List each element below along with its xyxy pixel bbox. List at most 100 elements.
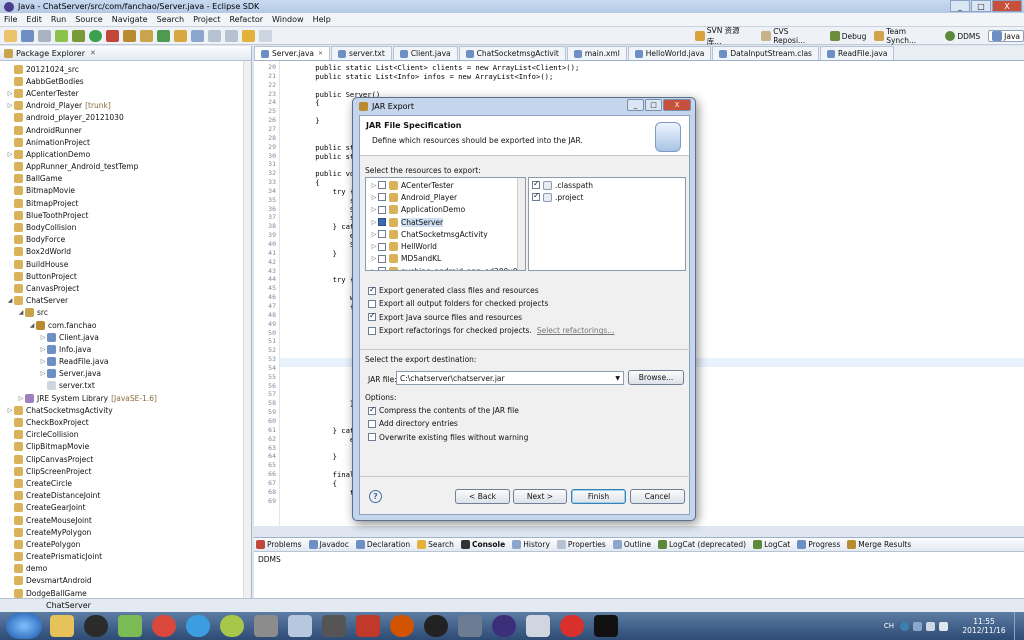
tree-node[interactable]: BallGame — [0, 173, 251, 185]
start-button[interactable] — [6, 613, 42, 639]
tree-node[interactable]: ClipCanvasProject — [0, 453, 251, 465]
maximize-button[interactable]: □ — [971, 0, 991, 12]
tray-icon[interactable] — [913, 621, 922, 631]
browse-button[interactable]: Browse... — [628, 370, 684, 385]
jar-option[interactable]: Add directory entries — [368, 419, 458, 428]
project-checkbox[interactable] — [378, 205, 386, 214]
perspective-cvs[interactable]: CVS Reposi... — [761, 27, 821, 45]
file-checkbox[interactable] — [532, 179, 540, 190]
jar-option[interactable]: Compress the contents of the JAR file — [368, 405, 519, 415]
lock-taskbar-icon[interactable] — [288, 615, 312, 637]
debug-icon[interactable] — [72, 29, 85, 42]
menu-navigate[interactable]: Navigate — [112, 15, 148, 24]
console-panel-tab[interactable]: Declaration — [355, 540, 410, 549]
tree-node[interactable]: ClipBitmapMovie — [0, 441, 251, 453]
export-option[interactable]: Export refactorings for checked projects… — [368, 326, 615, 335]
jar-option-checkbox[interactable] — [368, 419, 376, 428]
tree-node[interactable]: ▷ JRE System Library [JavaSE-1.6] — [0, 392, 251, 404]
chevron-down-icon[interactable]: ▼ — [615, 375, 620, 382]
expand-toggle-icon[interactable]: ▷ — [39, 346, 47, 353]
expand-toggle-icon[interactable]: ▷ — [370, 219, 378, 226]
browser-taskbar-icon[interactable] — [220, 615, 244, 637]
menu-edit[interactable]: Edit — [26, 15, 42, 24]
expand-toggle-icon[interactable]: ▷ — [370, 182, 378, 189]
tree-node[interactable]: server.txt — [0, 380, 251, 392]
expand-toggle-icon[interactable]: ▷ — [6, 151, 14, 158]
tree-node[interactable]: BodyForce — [0, 234, 251, 246]
tree-node[interactable]: AnimationProject — [0, 136, 251, 148]
tree-node[interactable]: ◢ com.fanchao — [0, 319, 251, 331]
expand-toggle-icon[interactable]: ▷ — [39, 370, 47, 377]
close-button[interactable]: X — [992, 0, 1022, 12]
tree-node[interactable]: 20121024_src — [0, 63, 251, 75]
project-row[interactable]: ▷ HellWorld — [366, 240, 525, 252]
back-icon[interactable] — [242, 29, 255, 42]
editor-tab[interactable]: server.txt — [331, 46, 392, 60]
project-checkbox[interactable] — [378, 230, 386, 239]
print-icon[interactable] — [38, 29, 51, 42]
project-checkbox[interactable] — [378, 181, 386, 190]
tool-taskbar-icon[interactable] — [254, 615, 278, 637]
tree-node[interactable]: CanvasProject — [0, 282, 251, 294]
export-option[interactable]: Export Java source files and resources — [368, 311, 522, 322]
tree-node[interactable]: Box2dWorld — [0, 246, 251, 258]
menu-source[interactable]: Source — [75, 15, 102, 24]
expand-toggle-icon[interactable]: ▷ — [370, 206, 378, 213]
console-panel-tab[interactable]: Problems — [256, 540, 302, 549]
tree-node[interactable]: ButtonProject — [0, 270, 251, 282]
perspective-debug[interactable]: Debug — [829, 31, 866, 41]
qq-taskbar-icon[interactable] — [424, 615, 448, 637]
tree-node[interactable]: CreateDistanceJoint — [0, 490, 251, 502]
file-checkbox[interactable] — [532, 191, 540, 202]
terminal-taskbar-icon[interactable] — [322, 615, 346, 637]
expand-toggle-icon[interactable]: ▷ — [370, 255, 378, 262]
package-explorer-scrollbar[interactable] — [243, 61, 251, 598]
project-row[interactable]: ▷ ChatSocketmsgActivity — [366, 228, 525, 240]
export-option-checkbox[interactable] — [368, 285, 376, 295]
next-button[interactable]: Next > — [513, 489, 567, 504]
editor-tab[interactable]: ReadFile.java — [819, 46, 895, 60]
notepad-taskbar-icon[interactable] — [118, 615, 142, 637]
language-indicator[interactable]: CH — [884, 622, 894, 630]
new-java-project-icon[interactable] — [123, 29, 136, 42]
project-checkbox[interactable] — [378, 242, 386, 251]
weibo-taskbar-icon[interactable] — [560, 615, 584, 637]
menu-file[interactable]: File — [4, 15, 17, 24]
project-tree-box[interactable]: ▷ ACenterTester ▷ Android_Player ▷ Applicatio… — [365, 177, 526, 271]
console-panel-tab[interactable]: Javadoc — [308, 540, 349, 549]
file-row[interactable]: .project — [532, 191, 685, 203]
jar-file-combo[interactable]: C:\chatserver\chatserver.jar ▼ — [396, 371, 624, 385]
volume-icon[interactable] — [939, 621, 948, 631]
tree-node[interactable]: BlueToothProject — [0, 209, 251, 221]
editor-tab[interactable]: main.xml — [566, 46, 627, 60]
menu-project[interactable]: Project — [193, 15, 220, 24]
console-panel-tab[interactable]: Console — [460, 540, 505, 549]
expand-toggle-icon[interactable]: ▷ — [39, 358, 47, 365]
export-option-checkbox[interactable] — [368, 326, 376, 335]
file-list-box[interactable]: .classpath .project — [528, 177, 686, 271]
tree-node[interactable]: BitmapMovie — [0, 185, 251, 197]
project-row[interactable]: ▷ ChatServer — [366, 216, 525, 228]
project-row[interactable]: ▷ Android_Player — [366, 191, 525, 203]
tree-node[interactable]: ▷ ChatSocketmsgActivity — [0, 404, 251, 416]
perspective-java[interactable]: Java — [988, 30, 1024, 42]
project-list-scrollbar[interactable] — [517, 178, 525, 270]
expand-toggle-icon[interactable]: ▷ — [370, 268, 378, 270]
project-checkbox[interactable] — [378, 254, 386, 263]
menu-window[interactable]: Window — [272, 15, 304, 24]
open-type-icon[interactable] — [174, 29, 187, 42]
tree-node[interactable]: android_player_20121030 — [0, 112, 251, 124]
expand-toggle-icon[interactable]: ▷ — [370, 243, 378, 250]
expand-toggle-icon[interactable]: ◢ — [6, 297, 14, 304]
expand-toggle-icon[interactable]: ▷ — [6, 407, 14, 414]
tree-node[interactable]: ▷ ApplicationDemo — [0, 148, 251, 160]
expand-toggle-icon[interactable]: ◢ — [28, 322, 36, 329]
tree-node[interactable]: CreateMouseJoint — [0, 514, 251, 526]
jar-option-checkbox[interactable] — [368, 433, 376, 442]
app-taskbar-icon[interactable] — [458, 615, 482, 637]
menu-help[interactable]: Help — [313, 15, 331, 24]
export-option-checkbox[interactable] — [368, 311, 376, 322]
close-tab-icon[interactable]: ✕ — [318, 50, 323, 57]
tree-node[interactable]: ClipScreenProject — [0, 465, 251, 477]
editor-tab[interactable]: Client.java — [392, 46, 458, 60]
